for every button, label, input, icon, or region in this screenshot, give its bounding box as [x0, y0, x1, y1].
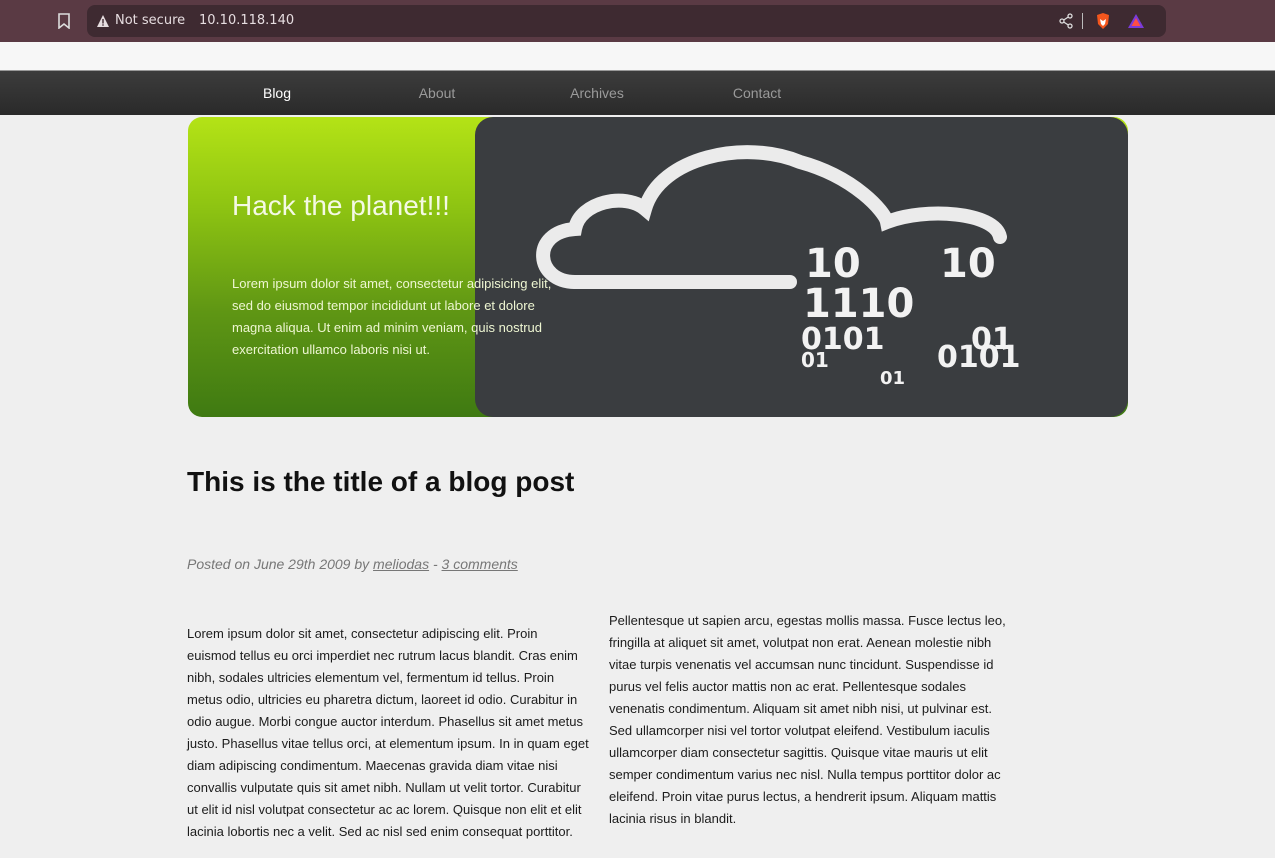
post-body-right: Pellentesque ut sapien arcu, egestas mol…	[609, 613, 1006, 826]
post-title: This is the title of a blog post	[187, 466, 575, 497]
share-icon[interactable]	[1058, 13, 1074, 29]
author-link[interactable]: meliodas	[373, 556, 429, 572]
hero-title: Hack the planet!!!	[232, 190, 450, 221]
bookmark-icon[interactable]	[54, 11, 74, 31]
binary-text: 01	[880, 368, 905, 389]
browser-toolbar: Not secure 10.10.118.140	[0, 0, 1275, 42]
binary-text: 0101	[937, 340, 1021, 375]
comments-link[interactable]: 3 comments	[442, 556, 518, 572]
nav-contact[interactable]: Contact	[697, 85, 817, 101]
warning-icon	[96, 14, 110, 28]
nav-blog[interactable]: Blog	[217, 85, 337, 101]
divider	[1082, 13, 1083, 29]
post-date: Posted on June 29th 2009 by	[187, 556, 370, 572]
binary-text: 01	[801, 348, 829, 372]
meta-separator: -	[432, 556, 438, 572]
page-top-band	[0, 42, 1275, 70]
brave-shield-icon[interactable]	[1094, 12, 1112, 30]
rewards-icon[interactable]	[1127, 12, 1145, 30]
hero-text: Lorem ipsum dolor sit amet, consectetur …	[232, 276, 552, 357]
nav-archives[interactable]: Archives	[537, 85, 657, 101]
binary-text: 1110	[803, 281, 914, 327]
nav-about[interactable]: About	[377, 85, 497, 101]
post-meta: Posted on June 29th 2009 by meliodas - 3…	[187, 556, 518, 572]
post-body-left: Lorem ipsum dolor sit amet, consectetur …	[187, 626, 589, 839]
security-status[interactable]: Not secure	[115, 13, 185, 28]
binary-text: 10	[940, 241, 996, 287]
url-text[interactable]: 10.10.118.140	[199, 13, 294, 28]
cloud-binary-image: 10 10 1110 0101 01 01 0101 01	[475, 117, 1128, 417]
main-nav: Blog About Archives Contact	[0, 70, 1275, 115]
address-bar[interactable]: Not secure 10.10.118.140	[87, 5, 1166, 37]
hero-banner: 10 10 1110 0101 01 01 0101 01 Hack the p…	[188, 117, 1128, 417]
